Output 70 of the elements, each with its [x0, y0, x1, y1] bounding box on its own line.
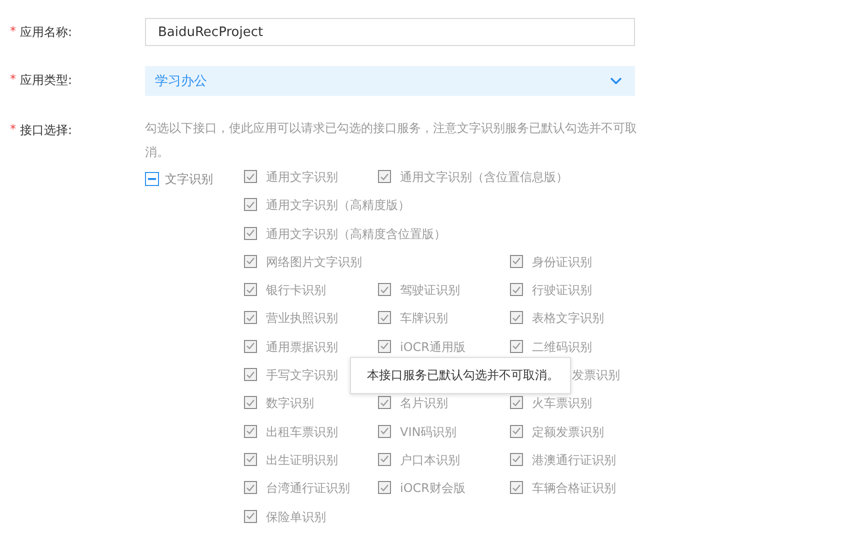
checkbox[interactable]	[510, 311, 523, 324]
checkbox-label: 通用票据识别	[266, 340, 338, 354]
checkbox[interactable]	[378, 396, 391, 410]
checkbox[interactable]	[378, 340, 391, 353]
checkbox[interactable]	[510, 481, 523, 494]
checkbox-label: 网络图片文字识别	[266, 254, 362, 269]
checkbox-label: VIN码识别	[400, 424, 457, 439]
checkbox[interactable]	[510, 396, 523, 410]
checkbox[interactable]	[244, 340, 257, 353]
checkbox[interactable]	[378, 311, 391, 324]
checkbox-label: 火车票识别	[532, 396, 592, 410]
checkbox[interactable]	[244, 254, 257, 268]
checkbox-label: 台湾通行证识别	[266, 481, 350, 496]
checkbox[interactable]	[244, 368, 257, 382]
required-mark: *	[10, 72, 16, 86]
checkbox[interactable]	[244, 283, 257, 296]
group-label: 文字识别	[165, 170, 213, 188]
checkbox-label: 通用文字识别（高精度含位置版）	[266, 226, 446, 241]
checkbox-label: 保险单识别	[266, 510, 326, 524]
field-label: 应用名称:	[20, 24, 72, 41]
checkbox[interactable]	[510, 340, 523, 353]
checkbox[interactable]	[244, 198, 257, 212]
checkbox[interactable]	[244, 170, 257, 183]
checkbox-label: 通用文字识别（含位置信息版）	[400, 170, 568, 184]
checkbox[interactable]	[378, 283, 391, 296]
checkbox-label: 二维码识别	[532, 340, 592, 354]
checkbox-label: 出生证明识别	[266, 452, 338, 467]
checkbox-label: 港澳通行证识别	[532, 452, 616, 467]
checkbox[interactable]	[244, 396, 257, 410]
checkbox-label: 行驶证识别	[532, 283, 592, 298]
field-label: 应用类型:	[20, 72, 72, 89]
description-text: 勾选以下接口，使此应用可以请求已勾选的接口服务，注意文字识别服务已默认勾选并不可取消。	[145, 120, 638, 161]
checkbox[interactable]	[244, 452, 257, 466]
checkbox[interactable]	[244, 510, 257, 523]
checkbox[interactable]	[244, 481, 257, 494]
checkbox-label: 营业执照识别	[266, 311, 338, 326]
checkbox-label: 数字识别	[266, 396, 314, 410]
indeterminate-checkbox[interactable]	[145, 172, 159, 186]
checkbox-label: 发票识别	[572, 368, 620, 382]
field-label: 接口选择:	[20, 122, 72, 139]
checkbox[interactable]	[244, 226, 257, 240]
checkbox-label: 手写文字识别	[266, 368, 338, 382]
checkbox-label: 表格文字识别	[532, 311, 604, 326]
checkbox[interactable]	[510, 452, 523, 466]
checkbox-label: 车牌识别	[400, 311, 448, 326]
checkbox[interactable]	[378, 170, 391, 183]
checkbox-label: 银行卡识别	[266, 283, 326, 298]
required-mark: *	[10, 122, 16, 136]
checkbox-label: 出租车票识别	[266, 424, 338, 439]
checkbox[interactable]	[244, 424, 257, 438]
checkbox[interactable]	[244, 311, 257, 324]
checkbox-label: 户口本识别	[400, 452, 460, 467]
checkbox-label: 名片识别	[400, 396, 448, 410]
checkbox[interactable]	[378, 481, 391, 494]
checkbox[interactable]	[510, 424, 523, 438]
name-input[interactable]: BaiduRecProject	[145, 18, 635, 46]
required-mark: *	[10, 24, 16, 38]
checkbox-label: 通用文字识别（高精度版）	[266, 198, 410, 212]
checkbox-label: 驾驶证识别	[400, 283, 460, 298]
tooltip: 本接口服务已默认勾选并不可取消。	[350, 357, 571, 394]
checkbox[interactable]	[378, 452, 391, 466]
checkbox[interactable]	[510, 283, 523, 296]
checkbox-label: 通用文字识别	[266, 170, 338, 184]
checkbox[interactable]	[510, 254, 523, 268]
checkbox-label: 定额发票识别	[532, 424, 604, 439]
checkbox-label: 身份证识别	[532, 254, 592, 269]
checkbox-label: 车辆合格证识别	[532, 481, 616, 496]
checkbox-label: iOCR财会版	[400, 481, 466, 496]
checkbox[interactable]	[378, 424, 391, 438]
checkbox-label: iOCR通用版	[400, 340, 466, 354]
